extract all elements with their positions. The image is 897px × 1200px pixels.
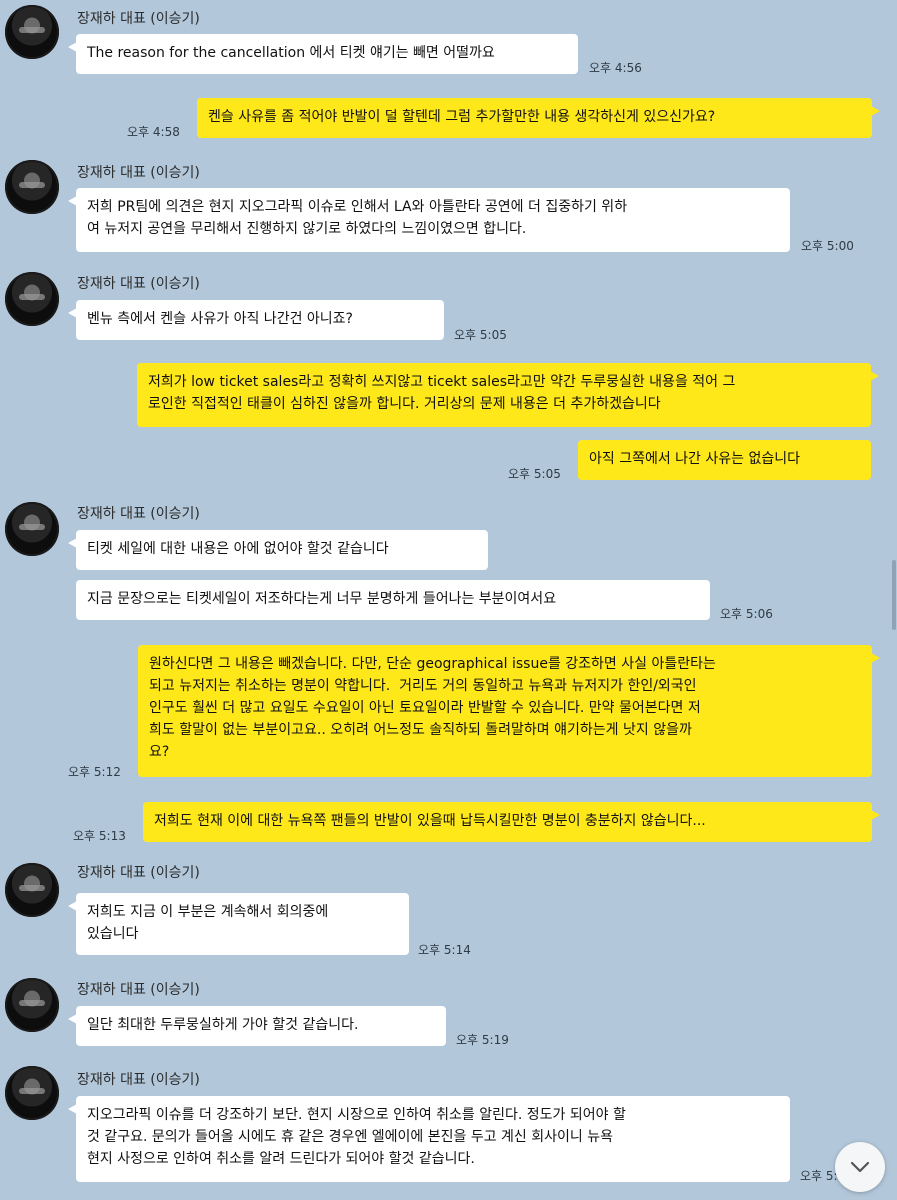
message-bubble-incoming[interactable]: 일단 최대한 두루뭉실하게 가야 할것 같습니다. xyxy=(68,1006,446,1046)
message-bubble-incoming[interactable]: 지금 문장으로는 티켓세일이 저조하다는게 너무 분명하게 들어나는 부분이여서… xyxy=(76,580,710,620)
message-time: 오후 5:12 xyxy=(68,765,121,779)
avatar[interactable] xyxy=(5,863,59,917)
chevron-down-icon xyxy=(850,1161,870,1173)
message-bubble-incoming[interactable]: 지오그라픽 이슈를 더 강조하기 보단. 현지 시장으로 인하여 취소를 알린다… xyxy=(68,1096,790,1182)
message-bubble-outgoing[interactable]: 저희도 현재 이에 대한 뉴욕쪽 팬들의 반발이 있을때 납득시킬만한 명분이 … xyxy=(143,802,880,842)
avatar[interactable] xyxy=(5,160,59,214)
message-time: 오후 5:19 xyxy=(456,1033,509,1047)
message-time: 오후 5:05 xyxy=(508,467,561,481)
avatar[interactable] xyxy=(5,272,59,326)
sender-name: 장재하 대표 (이승기) xyxy=(77,165,200,181)
message-bubble-outgoing[interactable]: 원하신다면 그 내용은 빼겠습니다. 다만, 단순 geographical i… xyxy=(138,645,880,777)
message-time: 오후 5:06 xyxy=(720,607,773,621)
message-time: 오후 5:13 xyxy=(73,829,126,843)
sender-name: 장재하 대표 (이승기) xyxy=(77,1072,200,1088)
message-bubble-incoming[interactable]: 저희 PR팀에 의견은 현지 지오그라픽 이슈로 인해서 LA와 아틀란타 공연… xyxy=(68,188,790,252)
message-time: 오후 5:00 xyxy=(801,239,854,253)
sender-name: 장재하 대표 (이승기) xyxy=(77,982,200,998)
sender-name: 장재하 대표 (이승기) xyxy=(77,276,200,292)
avatar[interactable] xyxy=(5,1066,59,1120)
chat-window: 장재하 대표 (이승기) The reason for the cancella… xyxy=(0,0,897,1200)
message-time: 오후 4:56 xyxy=(589,61,642,75)
message-bubble-incoming[interactable]: 벤뉴 측에서 켄슬 사유가 아직 나간건 아니죠? xyxy=(68,300,444,340)
avatar[interactable] xyxy=(5,978,59,1032)
avatar[interactable] xyxy=(5,5,59,59)
message-bubble-outgoing[interactable]: 켄슬 사유를 좀 적어야 반발이 덜 할텐데 그럼 추가할만한 내용 생각하신게… xyxy=(197,98,880,138)
avatar[interactable] xyxy=(5,502,59,556)
message-bubble-incoming[interactable]: The reason for the cancellation 에서 티켓 얘기… xyxy=(68,34,578,74)
message-bubble-outgoing[interactable]: 아직 그쪽에서 나간 사유는 없습니다 xyxy=(578,440,871,480)
message-time: 오후 4:58 xyxy=(127,125,180,139)
message-bubble-incoming[interactable]: 티켓 세일에 대한 내용은 아에 없어야 할것 같습니다 xyxy=(68,530,488,570)
message-bubble-incoming[interactable]: 저희도 지금 이 부분은 계속해서 회의중에 있습니다 xyxy=(68,893,409,955)
sender-name: 장재하 대표 (이승기) xyxy=(77,11,200,27)
sender-name: 장재하 대표 (이승기) xyxy=(77,865,200,881)
message-time: 오후 5:14 xyxy=(418,943,471,957)
scrollbar[interactable] xyxy=(892,560,896,630)
message-time: 오후 5: xyxy=(800,1169,838,1183)
sender-name: 장재하 대표 (이승기) xyxy=(77,506,200,522)
scroll-to-bottom-button[interactable] xyxy=(835,1142,885,1192)
message-bubble-outgoing[interactable]: 저희가 low ticket sales라고 정확히 쓰지않고 ticekt s… xyxy=(137,363,879,427)
message-time: 오후 5:05 xyxy=(454,328,507,342)
